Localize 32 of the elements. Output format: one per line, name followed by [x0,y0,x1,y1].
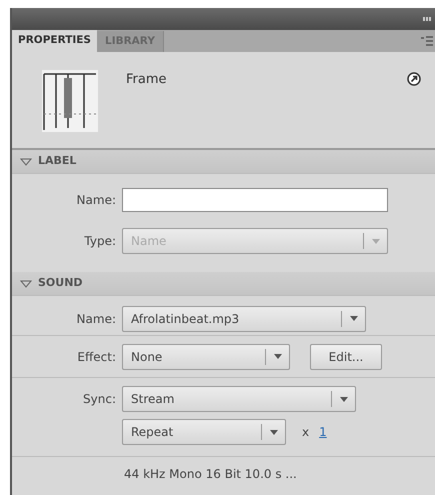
section-header[interactable]: SOUND [12,272,435,296]
field-label: Effect: [76,348,117,366]
repeat-count-link[interactable]: 1 [319,423,327,441]
collapse-icon[interactable] [423,17,431,21]
caret-icon [274,354,282,359]
field-label: Sync: [82,391,117,408]
panel-tab[interactable]: PROPERTIES [12,30,97,52]
dropdown[interactable]: Repeat [122,419,286,445]
dropdown[interactable]: None [122,344,290,370]
menu-icon[interactable] [421,36,433,46]
disabled-caret-icon [372,238,380,244]
header-title: Frame [126,71,167,89]
field-label: Name: [76,192,117,209]
caret-icon [350,316,358,321]
times-label: x [302,424,310,441]
dropdown[interactable]: Afrolatinbeat.mp3 [122,306,366,332]
expanded-triangle-icon[interactable] [20,280,32,288]
field-label: Name: [76,310,117,328]
section-title: LABEL [38,153,76,170]
section-header[interactable]: LABEL [12,150,435,174]
caret-icon [270,430,278,434]
edit-button[interactable]: Edit... [310,344,382,370]
dropdown: Name [122,228,388,254]
sound-info-text: 44 kHz Mono 16 Bit 10.0 s ... [123,466,298,483]
caret-icon [340,396,348,402]
expanded-triangle-icon[interactable] [20,158,32,166]
help-link-icon[interactable] [407,72,421,86]
frame-thumbnail-icon [42,70,98,132]
dropdown[interactable]: Stream [122,386,356,412]
name-input-field[interactable] [122,188,388,212]
field-label: Type: [83,233,117,250]
section-title: SOUND [38,275,83,292]
